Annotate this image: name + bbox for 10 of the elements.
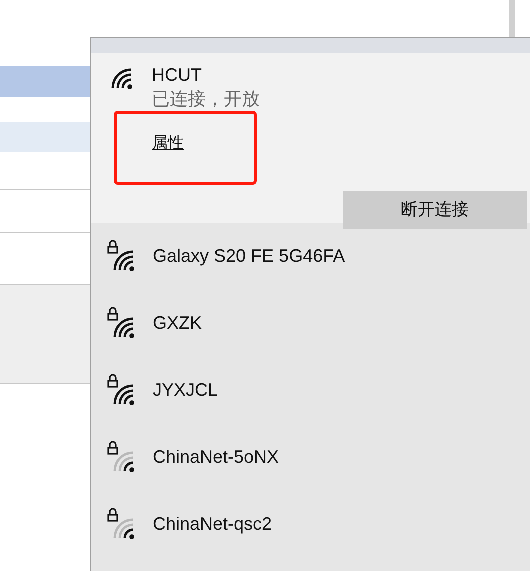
network-name[interactable]: GXZK <box>153 310 202 337</box>
network-name[interactable]: ChinaNet-5oNX <box>153 444 280 471</box>
connection-status: 已连接，开放 <box>152 88 260 111</box>
network-name[interactable]: JYXJCL <box>153 377 218 404</box>
network-name[interactable]: ChinaNet-qsc2 <box>153 511 272 538</box>
disconnect-button[interactable]: 断开连接 <box>343 191 527 229</box>
scrollbar <box>509 0 515 37</box>
network-name[interactable]: Galaxy S20 FE 5G46FA <box>153 243 346 270</box>
properties-link[interactable]: 属性 <box>152 132 184 156</box>
network-name: HCUT <box>152 64 202 87</box>
